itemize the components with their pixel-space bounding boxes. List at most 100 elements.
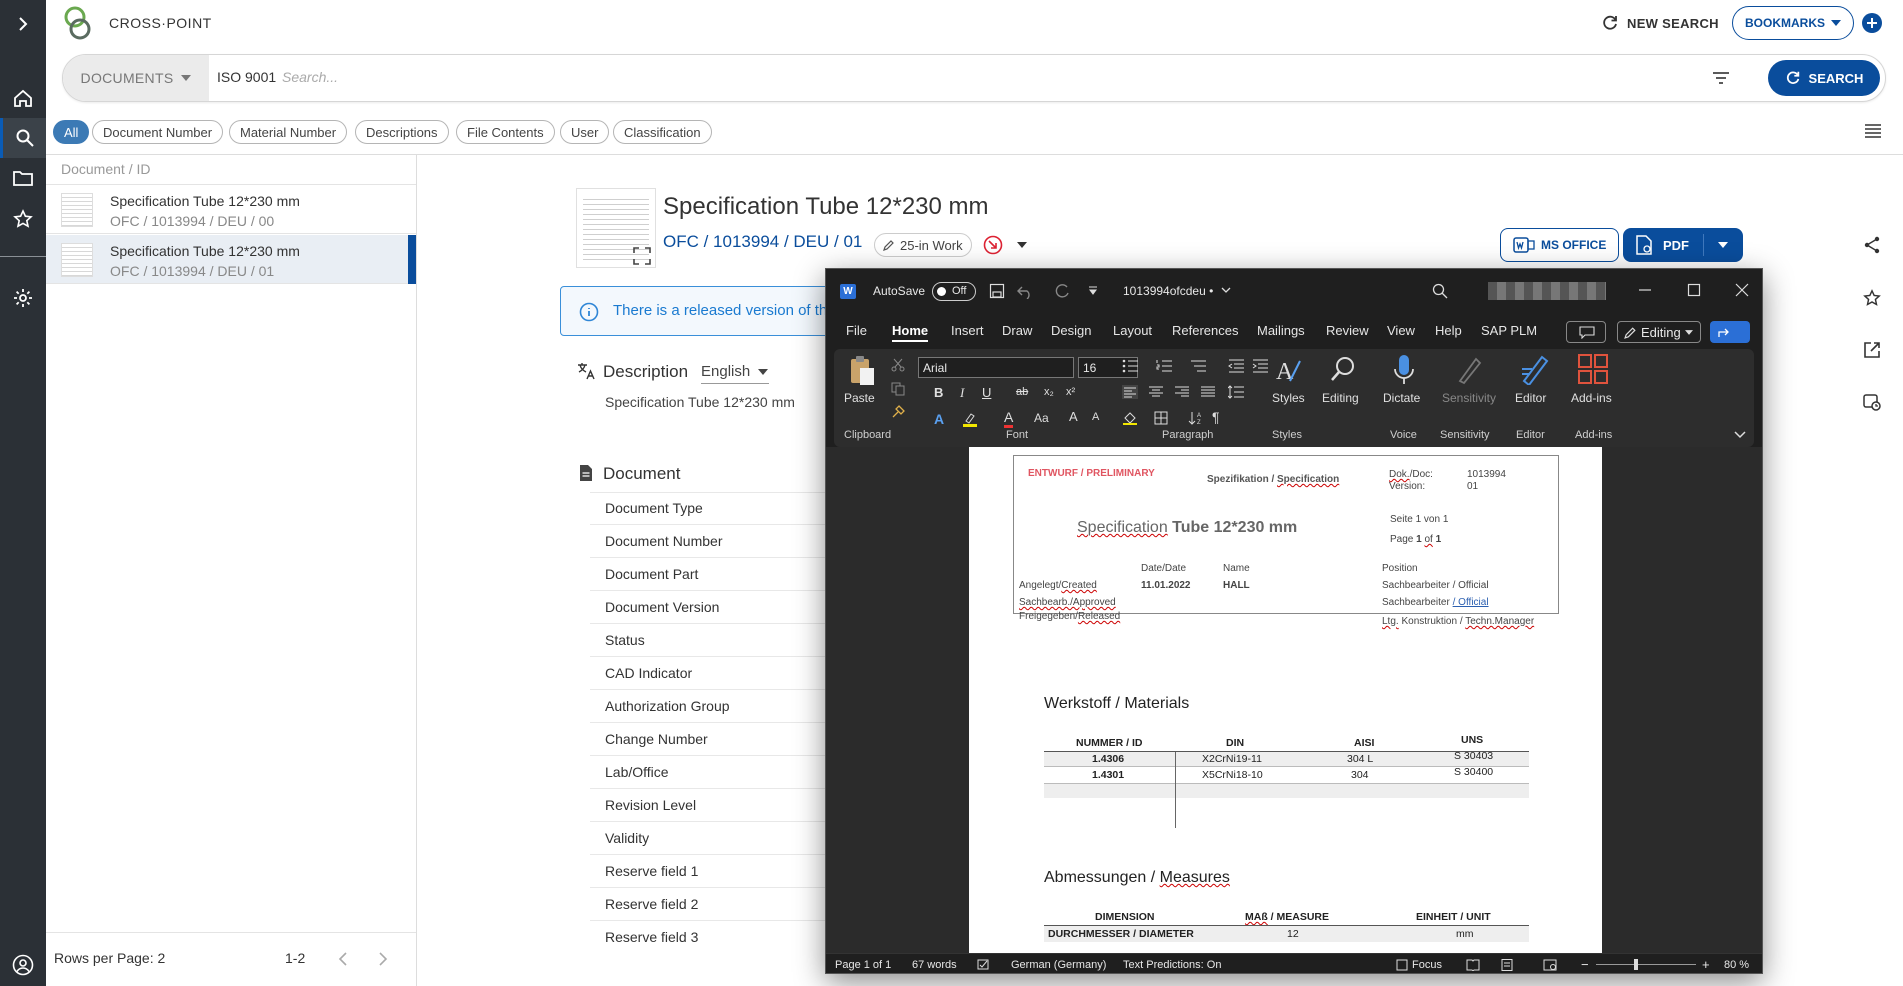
word-search-icon[interactable] [1432,283,1448,299]
print-layout-icon[interactable] [1501,959,1513,971]
autosave-toggle[interactable]: Off [932,282,976,301]
filter-chip-descriptions[interactable]: Descriptions [355,120,449,144]
read-mode-icon[interactable] [1466,959,1480,971]
bookmark-star-icon[interactable] [1852,278,1892,318]
ms-office-button[interactable]: MS OFFICE [1500,228,1620,262]
pdf-dropdown-icon[interactable] [1718,242,1728,248]
status-text-predictions[interactable]: Text Predictions: On [1123,959,1221,971]
line-spacing-icon[interactable] [1228,385,1244,399]
rows-per-page[interactable]: Rows per Page: 2 [54,950,165,966]
bullets-icon[interactable] [1122,359,1138,373]
language-select[interactable]: English [701,360,769,384]
bold-button[interactable]: B [934,385,943,400]
workflow-status-icon[interactable] [983,235,1003,255]
list-view-menu-icon[interactable] [1864,123,1882,139]
dictate-label[interactable]: Dictate [1383,391,1420,405]
font-color-button[interactable]: A [1004,409,1014,428]
add-plus-icon[interactable] [1861,12,1883,34]
menu-draw[interactable]: Draw [1002,323,1032,338]
strikethrough-button[interactable]: ab [1016,386,1028,398]
proofing-icon[interactable] [977,959,990,971]
document-filename[interactable]: 1013994ofcdeu • [1123,284,1213,298]
close-icon[interactable] [1735,283,1749,297]
favorites-star-icon[interactable] [0,199,46,239]
superscript-button[interactable]: x² [1066,386,1075,398]
comments-button[interactable] [1566,321,1606,343]
sort-icon[interactable]: AZ [1188,411,1204,425]
borders-icon[interactable] [1154,411,1168,425]
next-page-icon[interactable] [378,952,388,966]
save-icon[interactable] [989,283,1005,299]
microphone-icon[interactable] [1393,353,1415,387]
add-ins-icon[interactable] [1578,354,1608,384]
paste-label[interactable]: Paste [844,391,875,405]
focus-icon[interactable] [1396,959,1408,971]
bookmarks-button[interactable]: BOOKMARKS [1732,6,1854,40]
filter-icon[interactable] [1712,71,1730,85]
show-formatting-button[interactable]: ¶ [1212,409,1220,425]
shrink-font-button[interactable]: A [1092,411,1099,423]
numbering-icon[interactable] [1156,359,1172,373]
editing-mode-button[interactable]: Editing [1617,321,1701,343]
increase-indent-icon[interactable] [1252,359,1268,373]
status-dropdown-icon[interactable] [1017,242,1027,248]
home-icon[interactable] [0,78,46,118]
font-name-select[interactable]: Arial [918,357,1074,378]
menu-home[interactable]: Home [892,323,929,342]
justify-icon[interactable] [1200,385,1216,399]
open-external-icon[interactable] [1852,330,1892,370]
status-badge[interactable]: 25-in Work [874,233,972,257]
styles-label[interactable]: Styles [1272,391,1305,405]
editing-label[interactable]: Editing [1322,391,1359,405]
menu-view[interactable]: View [1387,323,1415,338]
zoom-slider[interactable] [1596,959,1696,970]
expand-chevron-icon[interactable] [0,4,46,44]
menu-insert[interactable]: Insert [951,323,984,338]
maximize-icon[interactable] [1687,283,1701,297]
copy-icon[interactable] [891,382,905,396]
redo-icon[interactable] [1054,283,1070,299]
document-preview-thumbnail[interactable] [576,188,656,268]
menu-review[interactable]: Review [1326,323,1369,338]
new-search-button[interactable]: NEW SEARCH [1627,16,1719,31]
user-account-blurred[interactable] [1488,282,1606,300]
expand-fullscreen-icon[interactable] [633,247,651,265]
list-item-selected[interactable]: Specification Tube 12*230 mm OFC / 10139… [46,235,416,284]
align-center-icon[interactable] [1148,385,1164,399]
filter-chip-classification[interactable]: Classification [613,120,712,144]
editor-label[interactable]: Editor [1515,391,1546,405]
document-type-select[interactable]: DOCUMENTS [63,55,209,101]
change-case-button[interactable]: Aa [1034,411,1049,425]
styles-icon[interactable]: A [1274,355,1304,385]
add-ins-label[interactable]: Add-ins [1571,391,1612,405]
share-icon[interactable] [1852,225,1892,265]
menu-layout[interactable]: Layout [1113,323,1152,338]
collapse-ribbon-icon[interactable] [1734,431,1746,439]
text-effects-button[interactable]: A [934,411,944,427]
grow-font-button[interactable]: A [1069,409,1078,424]
search-query-text[interactable]: ISO 9001 [217,69,276,85]
status-focus[interactable]: Focus [1412,959,1442,971]
format-painter-icon[interactable] [891,405,905,419]
undo-icon[interactable] [1017,283,1033,299]
filter-chip-user[interactable]: User [560,120,610,144]
status-page[interactable]: Page 1 of 1 [835,959,891,971]
search-input-placeholder[interactable]: Search... [282,69,338,85]
customize-toolbar-icon[interactable] [1088,286,1098,296]
menu-design[interactable]: Design [1051,323,1091,338]
search-nav-icon[interactable] [0,118,46,158]
italic-button[interactable]: I [960,385,964,401]
shading-icon[interactable] [1122,411,1138,425]
previous-page-icon[interactable] [338,952,348,966]
decrease-indent-icon[interactable] [1228,359,1244,373]
align-left-icon[interactable] [1122,385,1138,399]
zoom-level[interactable]: 80 % [1724,959,1749,971]
zoom-slider-thumb[interactable] [1634,959,1638,970]
pdf-button[interactable]: PDF [1623,228,1743,262]
search-button[interactable]: SEARCH [1768,60,1880,96]
menu-mailings[interactable]: Mailings [1257,323,1305,338]
highlight-icon[interactable] [962,413,978,427]
activity-timeline-icon[interactable] [1852,382,1892,422]
multilevel-list-icon[interactable] [1190,359,1206,373]
share-button[interactable] [1710,321,1750,343]
